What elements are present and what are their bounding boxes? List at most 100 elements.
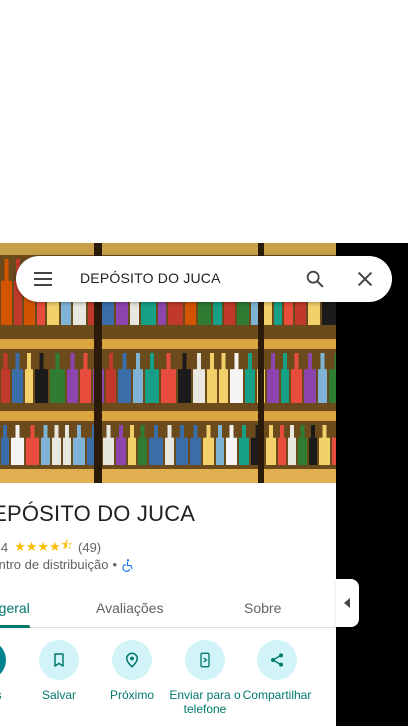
bottle-neck-shape	[27, 353, 31, 372]
bottle-neck-shape	[290, 425, 294, 440]
tab-reviews-label: Avaliações	[96, 600, 164, 616]
bottle-shape	[309, 437, 317, 465]
bottle-shape	[239, 437, 249, 465]
bottle-neck-shape	[280, 425, 284, 440]
bottle-neck-shape	[130, 425, 134, 440]
bottle-shape	[25, 369, 33, 403]
bottle-neck-shape	[269, 425, 273, 440]
bottle-shape	[50, 369, 65, 403]
bottle-neck-shape	[182, 353, 187, 372]
bottle-neck-shape	[4, 259, 9, 283]
save-button[interactable]: Salvar	[19, 640, 99, 702]
bottle-neck-shape	[197, 353, 201, 372]
bottle-neck-shape	[122, 353, 127, 372]
bottle-neck-shape	[320, 353, 325, 372]
tab-active-indicator	[0, 625, 30, 628]
bottle-shape	[304, 369, 316, 403]
bottle-neck-shape	[229, 425, 234, 440]
menu-icon[interactable]	[32, 268, 54, 290]
bottle-shape	[219, 369, 228, 403]
bottle-neck-shape	[54, 425, 59, 440]
bottle-shape	[35, 369, 48, 403]
wheelchair-icon	[122, 558, 133, 572]
share-button[interactable]: Compartilhar	[237, 640, 317, 702]
rating-value: 4,4	[0, 539, 9, 555]
bottle-neck-shape	[308, 353, 312, 372]
bottle-neck-shape	[43, 425, 48, 440]
bottle-neck-shape	[77, 425, 81, 440]
tab-about[interactable]: Sobre	[244, 587, 281, 627]
bottle-shape	[26, 437, 39, 465]
tab-bar: Visão geral Avaliações Sobre	[0, 587, 336, 628]
action-buttons: Rotas Salvar Próximo	[0, 640, 336, 726]
bottle-shape	[1, 369, 10, 403]
bottle-shape	[73, 437, 85, 465]
search-icon[interactable]	[304, 268, 326, 290]
bottle-shape	[245, 369, 255, 403]
bottle-neck-shape	[106, 425, 111, 440]
bottle-shape	[226, 437, 237, 465]
bottle-neck-shape	[334, 353, 336, 372]
bottle-shape	[106, 369, 116, 403]
bottle-neck-shape	[154, 425, 158, 440]
bottle-neck-shape	[283, 353, 287, 372]
bottle-shape	[298, 437, 307, 465]
bottle-shape	[149, 437, 163, 465]
bottle-neck-shape	[65, 425, 69, 440]
bottle-neck-shape	[193, 425, 198, 440]
bottle-neck-shape	[15, 353, 20, 372]
bottle-shape	[41, 437, 50, 465]
bottle-neck-shape	[3, 425, 7, 440]
rating-row: 4,4 ★★★★⯪ (49)	[0, 536, 101, 558]
collapse-panel-button[interactable]	[336, 579, 359, 627]
send-to-phone-button[interactable]: Enviar para o telefone	[165, 640, 245, 716]
dark-side-area	[336, 243, 408, 726]
bottle-shape	[278, 437, 286, 465]
bottle-neck-shape	[136, 353, 140, 372]
category-row: Centro de distribuição •	[0, 557, 135, 572]
tab-overview[interactable]: Visão geral	[0, 587, 30, 628]
bottle-neck-shape	[271, 353, 275, 372]
blank-top-area	[0, 0, 408, 243]
bottle-shape	[318, 369, 327, 403]
bottle-neck-shape	[3, 353, 8, 372]
bottle-shape	[67, 369, 78, 403]
close-icon[interactable]	[354, 268, 376, 290]
directions-icon	[0, 640, 6, 680]
nearby-button[interactable]: Próximo	[92, 640, 172, 702]
bottle-shape	[176, 437, 188, 465]
half-star-icon: ⯪	[60, 537, 74, 552]
bottle-neck-shape	[83, 353, 88, 372]
review-count[interactable]: (49)	[78, 540, 101, 555]
save-label: Salvar	[41, 688, 76, 702]
bottle-shape	[332, 437, 336, 465]
place-panel: DEPÓSITO DO JUCA 4,4 ★★★★⯪ (49) Centro d…	[0, 483, 336, 726]
bottle-shape	[193, 369, 205, 403]
nearby-icon	[112, 640, 152, 680]
bottle-neck-shape	[248, 353, 252, 372]
place-category[interactable]: Centro de distribuição	[0, 557, 108, 572]
bottle-neck-shape	[55, 353, 60, 372]
bottle-shape	[118, 369, 131, 403]
bottle-shape	[203, 437, 214, 465]
bottle-shape	[190, 437, 201, 465]
bottle-shape	[178, 369, 191, 403]
chevron-left-icon	[344, 598, 350, 608]
search-query[interactable]: DEPÓSITO DO JUCA	[80, 270, 221, 286]
bookmark-icon	[39, 640, 79, 680]
bottle-neck-shape	[70, 353, 75, 372]
tab-reviews[interactable]: Avaliações	[96, 587, 163, 627]
nearby-label: Próximo	[109, 688, 154, 702]
search-bar[interactable]: DEPÓSITO DO JUCA	[16, 256, 392, 302]
bottle-shape	[230, 369, 243, 403]
bottle-shape	[161, 369, 176, 403]
bottle-neck-shape	[311, 425, 315, 440]
bottle-neck-shape	[167, 425, 172, 440]
bottle-neck-shape	[234, 353, 239, 372]
share-label: Compartilhar	[242, 688, 312, 702]
bottle-shape	[63, 437, 71, 465]
bottle-neck-shape	[294, 353, 299, 372]
bottle-shape	[281, 369, 289, 403]
share-icon	[257, 640, 297, 680]
place-title: DEPÓSITO DO JUCA	[0, 501, 196, 526]
